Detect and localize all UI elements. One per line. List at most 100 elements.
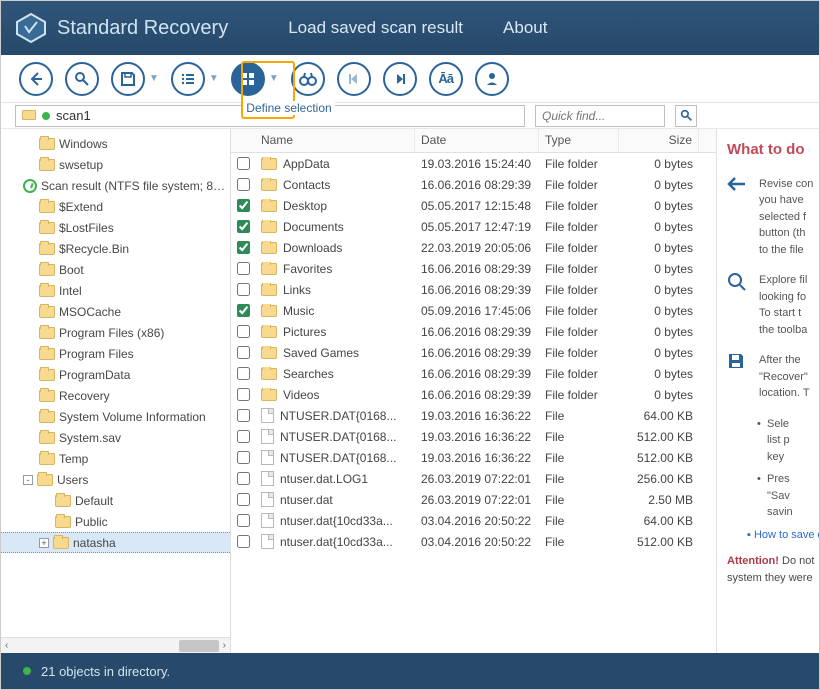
file-row[interactable]: AppData19.03.2016 15:24:40File folder0 b… bbox=[231, 153, 716, 174]
file-name: AppData bbox=[283, 157, 330, 171]
file-row[interactable]: NTUSER.DAT{0168...19.03.2016 16:36:22Fil… bbox=[231, 447, 716, 468]
help-link[interactable]: How to save da bbox=[747, 527, 815, 544]
tree-item[interactable]: $LostFiles bbox=[1, 217, 230, 238]
user-button[interactable] bbox=[475, 62, 509, 96]
tree-item[interactable]: Temp bbox=[1, 448, 230, 469]
file-checkbox[interactable] bbox=[237, 262, 250, 275]
file-date: 19.03.2016 16:36:22 bbox=[415, 430, 539, 444]
back-button[interactable] bbox=[19, 62, 53, 96]
tree-item[interactable]: MSOCache bbox=[1, 301, 230, 322]
file-row[interactable]: ntuser.dat.LOG126.03.2019 07:22:01File25… bbox=[231, 468, 716, 489]
file-checkbox[interactable] bbox=[237, 178, 250, 191]
tree-item[interactable]: $Recycle.Bin bbox=[1, 238, 230, 259]
file-name: Contacts bbox=[283, 178, 330, 192]
file-row[interactable]: NTUSER.DAT{0168...19.03.2016 16:36:22Fil… bbox=[231, 405, 716, 426]
file-checkbox[interactable] bbox=[237, 199, 250, 212]
column-name[interactable]: Name bbox=[255, 129, 415, 152]
search-button[interactable] bbox=[65, 62, 99, 96]
file-checkbox[interactable] bbox=[237, 241, 250, 254]
tree-item[interactable]: Scan result (NTFS file system; 81.67 GB) bbox=[1, 175, 230, 196]
tree-item[interactable]: Program Files bbox=[1, 343, 230, 364]
file-size: 256.00 KB bbox=[619, 472, 699, 486]
tree-h-scrollbar[interactable]: ‹› bbox=[1, 637, 230, 653]
file-row[interactable]: ntuser.dat26.03.2019 07:22:01File2.50 MB bbox=[231, 489, 716, 510]
folder-icon bbox=[261, 326, 277, 338]
file-row[interactable]: ntuser.dat{10cd33a...03.04.2016 20:50:22… bbox=[231, 510, 716, 531]
file-checkbox[interactable] bbox=[237, 472, 250, 485]
column-date[interactable]: Date bbox=[415, 129, 539, 152]
tree-item[interactable]: System Volume Information bbox=[1, 406, 230, 427]
tree-item[interactable]: Program Files (x86) bbox=[1, 322, 230, 343]
quick-find-input[interactable] bbox=[535, 105, 665, 127]
file-row[interactable]: Contacts16.06.2016 08:29:39File folder0 … bbox=[231, 174, 716, 195]
help-bullet-1: Sele list p key bbox=[757, 416, 815, 466]
prev-button[interactable] bbox=[337, 62, 371, 96]
file-checkbox[interactable] bbox=[237, 304, 250, 317]
case-button[interactable]: Āā bbox=[429, 62, 463, 96]
tree-item[interactable]: Public bbox=[1, 511, 230, 532]
tree-item[interactable]: swsetup bbox=[1, 154, 230, 175]
file-checkbox[interactable] bbox=[237, 220, 250, 233]
next-button[interactable] bbox=[383, 62, 417, 96]
column-type[interactable]: Type bbox=[539, 129, 619, 152]
file-row[interactable]: Links16.06.2016 08:29:39File folder0 byt… bbox=[231, 279, 716, 300]
file-checkbox[interactable] bbox=[237, 535, 250, 548]
file-size: 0 bytes bbox=[619, 304, 699, 318]
selection-dropdown-icon[interactable]: ▼ bbox=[269, 73, 279, 84]
file-row[interactable]: Music05.09.2016 17:45:06File folder0 byt… bbox=[231, 300, 716, 321]
tree-item[interactable]: -Users bbox=[1, 469, 230, 490]
file-row[interactable]: Desktop05.05.2017 12:15:48File folder0 b… bbox=[231, 195, 716, 216]
tree-item[interactable]: +natasha bbox=[1, 532, 230, 553]
column-checkbox[interactable] bbox=[231, 129, 255, 152]
file-checkbox[interactable] bbox=[237, 451, 250, 464]
tree-item[interactable]: Boot bbox=[1, 259, 230, 280]
menu-load-saved[interactable]: Load saved scan result bbox=[288, 18, 463, 38]
file-type: File folder bbox=[539, 325, 619, 339]
file-row[interactable]: Saved Games16.06.2016 08:29:39File folde… bbox=[231, 342, 716, 363]
file-checkbox[interactable] bbox=[237, 388, 250, 401]
binoculars-button[interactable] bbox=[291, 62, 325, 96]
file-checkbox[interactable] bbox=[237, 346, 250, 359]
file-checkbox[interactable] bbox=[237, 493, 250, 506]
tree-item[interactable]: System.sav bbox=[1, 427, 230, 448]
file-checkbox[interactable] bbox=[237, 325, 250, 338]
tree-item[interactable]: Default bbox=[1, 490, 230, 511]
folder-icon bbox=[261, 305, 277, 317]
list-button[interactable] bbox=[171, 62, 205, 96]
menu-about[interactable]: About bbox=[503, 18, 547, 38]
path-input[interactable]: scan1 bbox=[15, 105, 525, 127]
file-checkbox[interactable] bbox=[237, 430, 250, 443]
file-checkbox[interactable] bbox=[237, 409, 250, 422]
file-row[interactable]: Pictures16.06.2016 08:29:39File folder0 … bbox=[231, 321, 716, 342]
tree-toggle-icon[interactable]: + bbox=[39, 538, 49, 548]
tree-item-label: Public bbox=[75, 515, 230, 529]
tree-toggle-icon[interactable]: - bbox=[23, 475, 33, 485]
tree-item[interactable]: ProgramData bbox=[1, 364, 230, 385]
file-row[interactable]: Videos16.06.2016 08:29:39File folder0 by… bbox=[231, 384, 716, 405]
file-row[interactable]: Searches16.06.2016 08:29:39File folder0 … bbox=[231, 363, 716, 384]
file-checkbox[interactable] bbox=[237, 157, 250, 170]
tree-item[interactable]: Windows bbox=[1, 133, 230, 154]
tree-item[interactable]: Recovery bbox=[1, 385, 230, 406]
quick-find-button[interactable] bbox=[675, 105, 697, 127]
file-row[interactable]: Downloads22.03.2019 20:05:06File folder0… bbox=[231, 237, 716, 258]
tree-item[interactable]: Intel bbox=[1, 280, 230, 301]
save-dropdown-icon[interactable]: ▼ bbox=[149, 73, 159, 84]
file-checkbox[interactable] bbox=[237, 514, 250, 527]
file-size: 0 bytes bbox=[619, 367, 699, 381]
file-checkbox[interactable] bbox=[237, 283, 250, 296]
column-size[interactable]: Size bbox=[619, 129, 699, 152]
file-name: Videos bbox=[283, 388, 319, 402]
file-row[interactable]: NTUSER.DAT{0168...19.03.2016 16:36:22Fil… bbox=[231, 426, 716, 447]
file-row[interactable]: Documents05.05.2017 12:47:19File folder0… bbox=[231, 216, 716, 237]
tree-item[interactable]: $Extend bbox=[1, 196, 230, 217]
file-row[interactable]: ntuser.dat{10cd33a...03.04.2016 20:50:22… bbox=[231, 531, 716, 552]
file-size: 512.00 KB bbox=[619, 451, 699, 465]
list-dropdown-icon[interactable]: ▼ bbox=[209, 73, 219, 84]
file-row[interactable]: Favorites16.06.2016 08:29:39File folder0… bbox=[231, 258, 716, 279]
save-button[interactable] bbox=[111, 62, 145, 96]
file-type: File bbox=[539, 430, 619, 444]
define-selection-button[interactable] bbox=[231, 62, 265, 96]
file-checkbox[interactable] bbox=[237, 367, 250, 380]
folder-icon bbox=[261, 368, 277, 380]
